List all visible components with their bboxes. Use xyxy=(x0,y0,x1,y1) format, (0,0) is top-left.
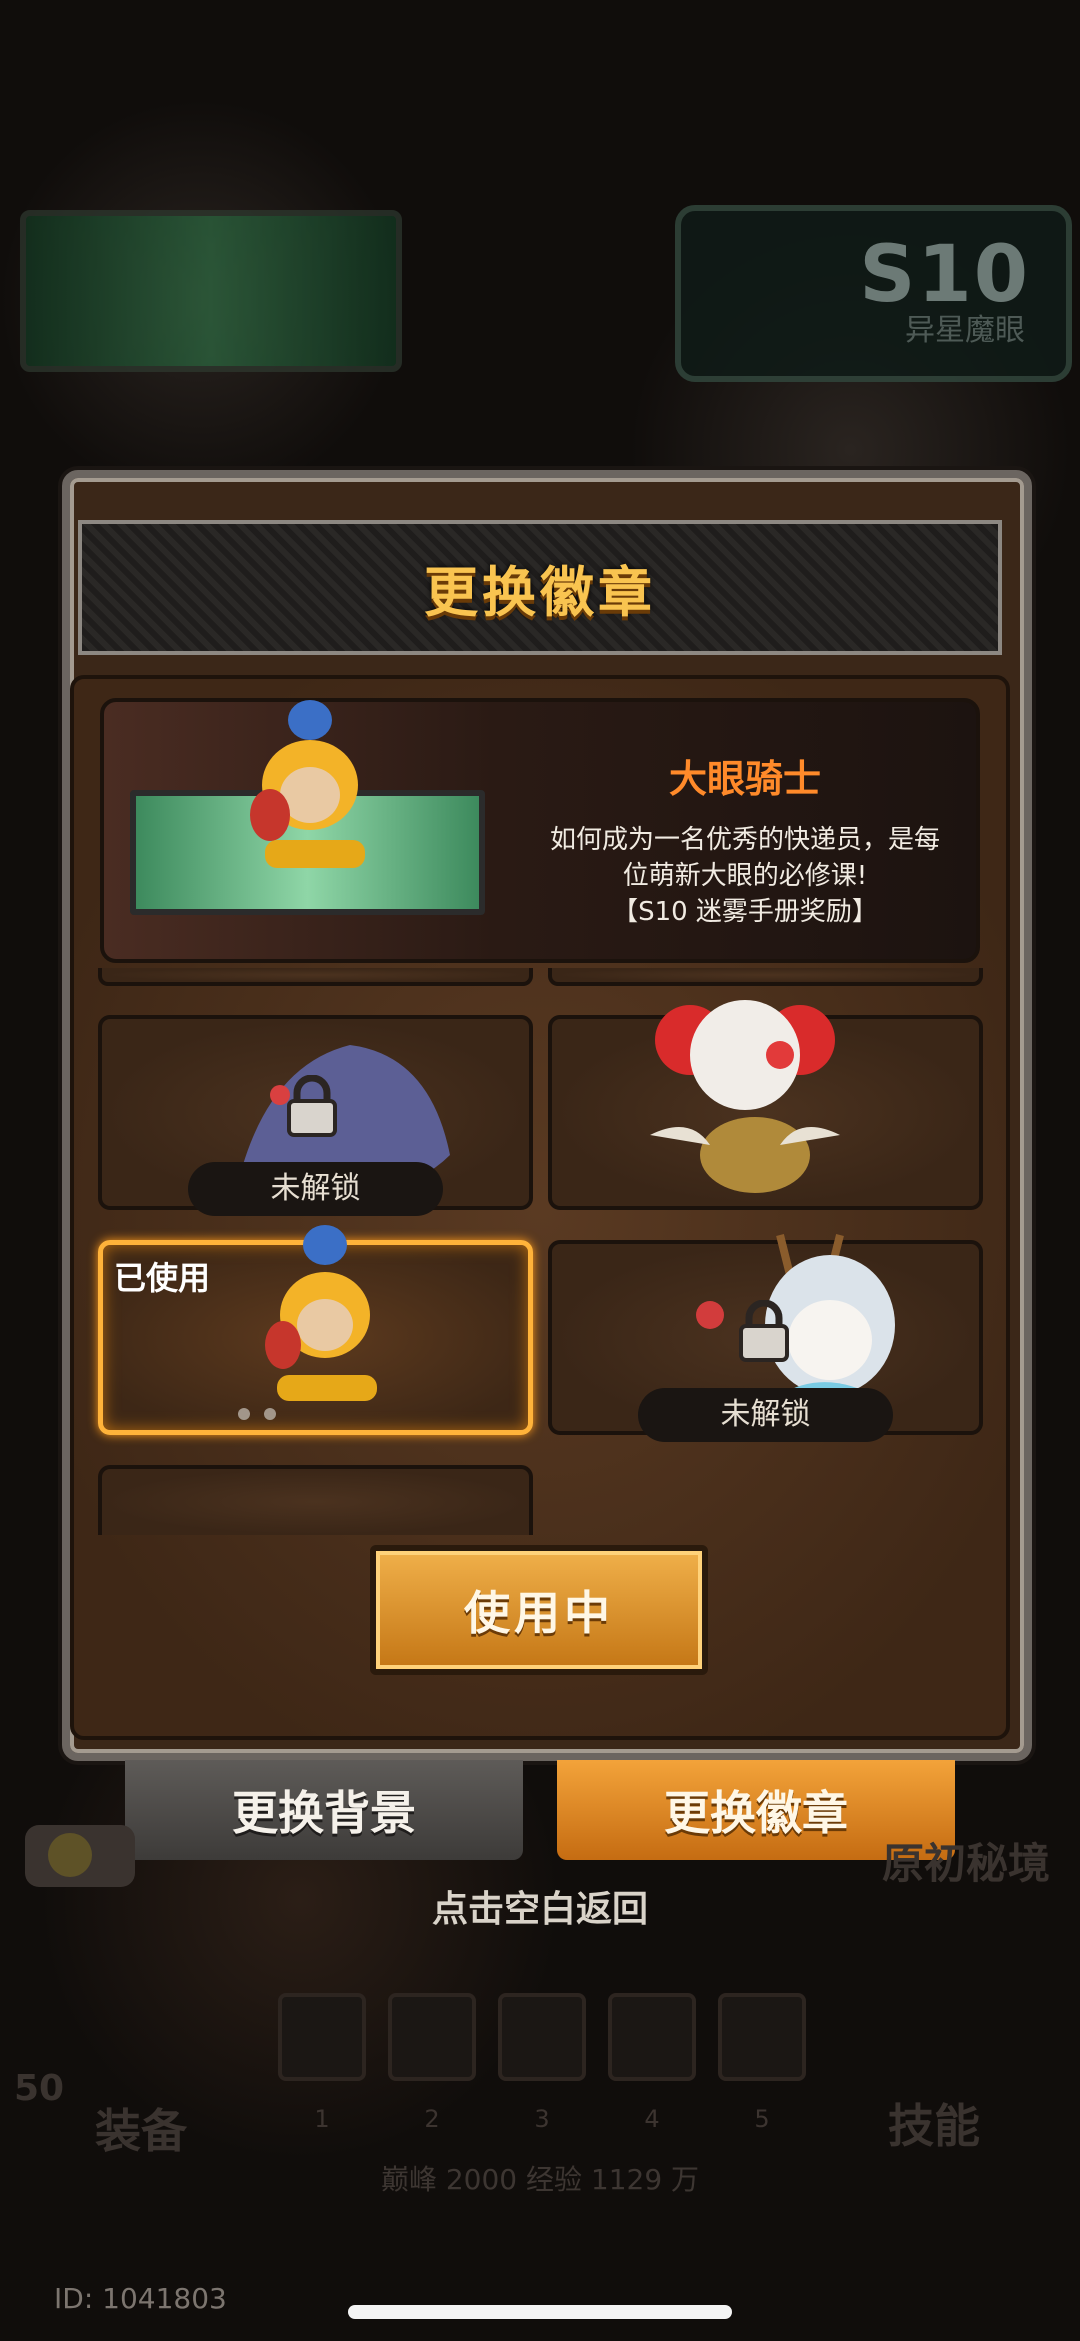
lock-icon xyxy=(739,1300,789,1362)
home-indicator[interactable] xyxy=(348,2305,732,2319)
page-dot xyxy=(264,1408,276,1420)
season-subtitle: 异星魔眼 xyxy=(905,313,1025,348)
badge-card-partial[interactable] xyxy=(98,1465,533,1535)
equip-label[interactable]: 装备 xyxy=(95,2095,187,2161)
badge-name: 大眼骑士 xyxy=(668,757,821,801)
skill-slot-number: 1 xyxy=(314,2105,330,2133)
skill-slot-number: 3 xyxy=(534,2105,550,2133)
rider-character-icon xyxy=(250,700,365,868)
badge-card-partial[interactable] xyxy=(98,968,533,986)
pagination-dots xyxy=(238,1408,276,1420)
clown-character-icon xyxy=(650,1000,840,1193)
in-use-label: 已使用 xyxy=(114,1259,211,1297)
rider-character-icon xyxy=(265,1225,377,1401)
badge-card-partial[interactable] xyxy=(548,968,983,986)
page-dot xyxy=(238,1408,250,1420)
in-use-button[interactable]: 使用中 xyxy=(370,1545,708,1675)
skill-slot[interactable] xyxy=(498,1993,586,2081)
dialog-title: 更换徽章 xyxy=(424,561,656,624)
skill-label[interactable]: 技能 xyxy=(888,2090,980,2156)
skill-slot[interactable] xyxy=(278,1993,366,2081)
locked-label: 未解锁 xyxy=(638,1388,893,1442)
chat-icon[interactable] xyxy=(20,1820,140,1900)
background-player-banner xyxy=(20,210,402,372)
badge-description: 如何成为一名优秀的快递员，是每 位萌新大眼的必修课! 【S10 迷雾手册奖励】 xyxy=(549,825,940,927)
lock-icon xyxy=(287,1075,337,1137)
locked-label: 未解锁 xyxy=(188,1162,443,1216)
skill-slot[interactable] xyxy=(388,1993,476,2081)
skill-slot-number: 5 xyxy=(754,2105,770,2133)
player-level: 50 xyxy=(14,2068,65,2109)
skill-slot-number: 4 xyxy=(644,2105,660,2133)
player-stats: 巅峰 2000 经验 1129 万 xyxy=(380,2163,700,2196)
skill-slot-number: 2 xyxy=(424,2105,440,2133)
tab-change-background[interactable]: 更换背景 xyxy=(125,1760,523,1860)
skill-slot[interactable] xyxy=(718,1993,806,2081)
tap-blank-to-return-hint[interactable]: 点击空白返回 xyxy=(0,1880,1080,1932)
user-id: ID: 1041803 xyxy=(54,2282,227,2315)
skill-slot[interactable] xyxy=(608,1993,696,2081)
